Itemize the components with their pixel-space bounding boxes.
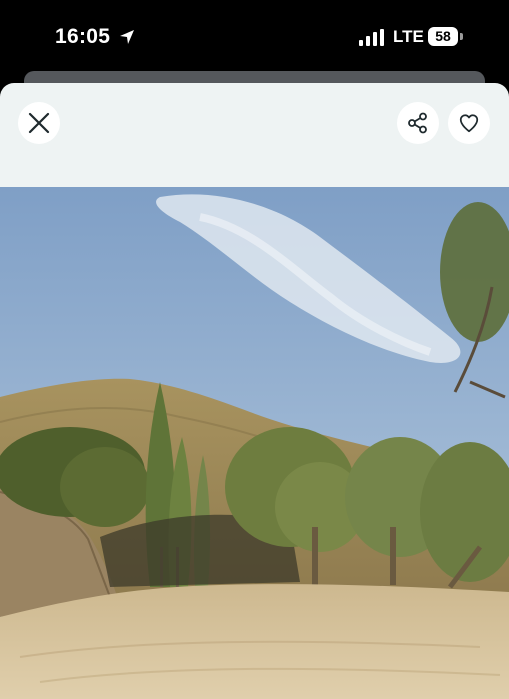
- location-arrow-icon: [120, 30, 134, 44]
- close-icon: [28, 112, 50, 134]
- screen: 16:05 LTE 58: [0, 0, 509, 699]
- heart-icon: [459, 114, 479, 133]
- favorite-button[interactable]: [448, 102, 490, 144]
- status-time: 16:05: [55, 25, 111, 48]
- close-button[interactable]: [18, 102, 60, 144]
- network-type: LTE: [393, 27, 424, 46]
- signal-bars-icon: [359, 29, 384, 46]
- modal-header: [0, 83, 509, 187]
- share-icon: [408, 112, 427, 134]
- share-button[interactable]: [397, 102, 439, 144]
- battery-tip: [460, 33, 463, 40]
- photo-canvas: [0, 187, 509, 699]
- battery-icon: 58: [428, 27, 458, 46]
- landscape-photo[interactable]: [0, 187, 509, 699]
- status-bar: 16:05 LTE 58: [0, 0, 509, 72]
